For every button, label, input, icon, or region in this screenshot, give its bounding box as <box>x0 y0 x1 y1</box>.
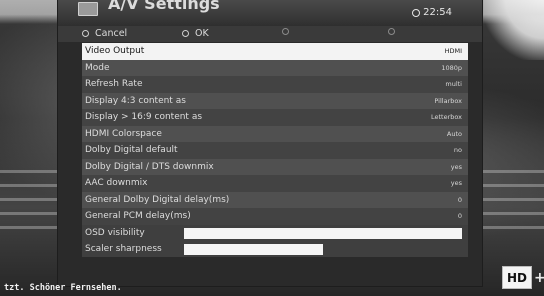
setting-label: HDMI Colorspace <box>85 128 162 139</box>
action-buttons-row: Cancel OK <box>58 26 482 42</box>
setting-row-refresh-rate[interactable]: Refresh Rate multi <box>82 76 468 93</box>
setting-row-video-output[interactable]: Video Output HDMI <box>82 43 468 60</box>
setting-value: yes <box>450 179 462 188</box>
setting-row-aac-downmix[interactable]: AAC downmix yes <box>82 175 468 192</box>
radio-icon <box>182 30 189 37</box>
cancel-label: Cancel <box>95 28 128 39</box>
panel-header: A/V Settings 22:54 <box>58 0 482 26</box>
radio-icon <box>388 28 395 35</box>
setting-value: no <box>453 146 462 155</box>
setting-row-mode[interactable]: Mode 1080p <box>82 59 468 76</box>
setting-label: Video Output <box>85 46 145 57</box>
setting-label: OSD visibility <box>85 227 145 238</box>
setting-value: 0 <box>457 195 462 204</box>
setting-value: Letterbox <box>430 113 462 122</box>
option-button-4[interactable] <box>388 28 395 35</box>
setting-label: Mode <box>85 62 110 73</box>
setting-row-dolby-delay[interactable]: General Dolby Digital delay(ms) 0 <box>82 191 468 208</box>
setting-row-osd-visibility[interactable]: OSD visibility <box>82 224 468 241</box>
setting-label: Display 4:3 content as <box>85 95 186 106</box>
setting-row-scaler-sharpness[interactable]: Scaler sharpness <box>82 240 468 257</box>
setting-value: 0 <box>457 212 462 221</box>
radio-icon <box>282 28 289 35</box>
ticker-text: tzt. Schöner Fernsehen. <box>4 283 122 293</box>
setting-label: AAC downmix <box>85 178 148 189</box>
cancel-button[interactable]: Cancel <box>82 28 127 39</box>
setting-row-pcm-delay[interactable]: General PCM delay(ms) 0 <box>82 208 468 225</box>
setting-label: Dolby Digital default <box>85 145 178 156</box>
setting-value: yes <box>450 162 462 171</box>
radio-icon <box>82 30 89 37</box>
setting-row-hdmi-colorspace[interactable]: HDMI Colorspace Auto <box>82 125 468 142</box>
setting-value: Auto <box>446 129 462 138</box>
plus-icon: + <box>534 270 544 286</box>
settings-list: Video Output HDMI Mode 1080p Refresh Rat… <box>82 43 468 257</box>
setting-label: Dolby Digital / DTS downmix <box>85 161 214 172</box>
clock-time: 22:54 <box>423 7 452 18</box>
setting-label: General PCM delay(ms) <box>85 211 191 222</box>
av-settings-panel: A/V Settings 22:54 Cancel OK Video Outpu… <box>58 0 482 286</box>
setting-label: General Dolby Digital delay(ms) <box>85 194 230 205</box>
osd-visibility-slider[interactable] <box>184 227 462 239</box>
setting-row-dts-downmix[interactable]: Dolby Digital / DTS downmix yes <box>82 158 468 175</box>
settings-tv-icon <box>78 2 98 16</box>
setting-row-dolby-default[interactable]: Dolby Digital default no <box>82 142 468 159</box>
scaler-sharpness-slider[interactable] <box>184 243 323 255</box>
page-title: A/V Settings <box>108 0 220 13</box>
clock-icon <box>412 8 421 17</box>
setting-value: HDMI <box>444 47 462 56</box>
setting-label: Scaler sharpness <box>85 243 162 254</box>
setting-label: Display > 16:9 content as <box>85 112 203 123</box>
clock: 22:54 <box>412 7 452 18</box>
setting-value: 1080p <box>441 63 462 72</box>
ok-button[interactable]: OK <box>182 28 209 39</box>
setting-row-display-16-9[interactable]: Display > 16:9 content as Letterbox <box>82 109 468 126</box>
setting-label: Refresh Rate <box>85 79 143 90</box>
option-button-3[interactable] <box>282 28 289 35</box>
hd-badge: HD <box>502 266 532 289</box>
setting-row-display-4-3[interactable]: Display 4:3 content as Pillarbox <box>82 92 468 109</box>
setting-value: Pillarbox <box>434 96 462 105</box>
setting-value: multi <box>445 80 462 89</box>
ok-label: OK <box>195 28 209 39</box>
